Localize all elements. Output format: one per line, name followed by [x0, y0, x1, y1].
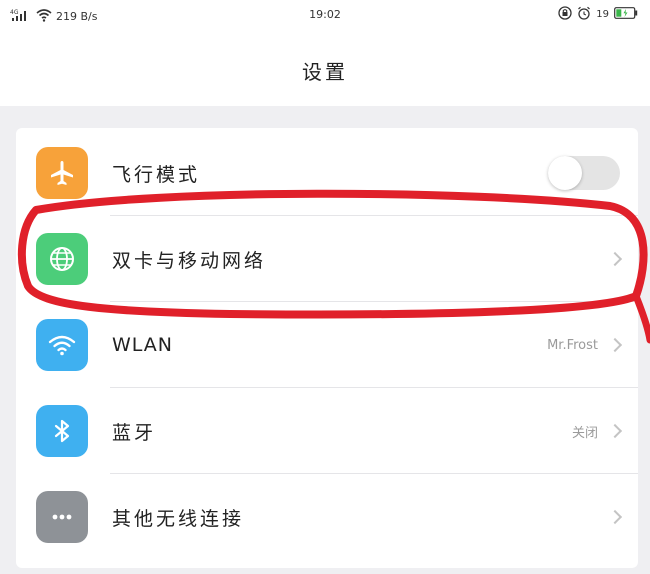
chevron-right-icon [607, 251, 623, 267]
battery-percent: 19 [596, 9, 609, 20]
status-bar: 4G 219 B/s 19:02 19 [0, 0, 650, 34]
battery-icon [614, 7, 638, 22]
settings-item-bluetooth[interactable]: 蓝牙 关闭 [16, 388, 638, 474]
settings-item-other-wireless[interactable]: 其他无线连接 [16, 474, 638, 560]
settings-item-label: 蓝牙 [112, 421, 157, 444]
settings-list: 飞行模式 双卡与移动网络 WLAN Mr.Frost 蓝牙 关闭 其他无线连接 [16, 128, 638, 568]
nav-bar: 设置 [0, 34, 650, 106]
settings-item-label: 双卡与移动网络 [112, 249, 267, 272]
status-right: 19 [558, 6, 638, 23]
wifi-icon [36, 319, 88, 371]
status-time: 19:02 [309, 8, 341, 21]
settings-item-airplane-mode[interactable]: 飞行模式 [16, 130, 638, 216]
chevron-right-icon [607, 423, 623, 439]
more-icon [36, 491, 88, 543]
toggle-knob [548, 156, 582, 190]
chevron-right-icon [607, 509, 623, 525]
page-title: 设置 [302, 59, 348, 84]
wlan-network-name: Mr.Frost [547, 337, 598, 353]
globe-icon [36, 233, 88, 285]
alarm-icon [577, 6, 591, 23]
settings-item-label: 其他无线连接 [112, 507, 245, 530]
airplane-mode-toggle[interactable] [548, 156, 620, 190]
bluetooth-icon [36, 405, 88, 457]
settings-item-label: WLAN [112, 334, 174, 356]
lock-rotation-icon [558, 6, 572, 23]
airplane-icon [36, 147, 88, 199]
settings-item-wlan[interactable]: WLAN Mr.Frost [16, 302, 638, 388]
chevron-right-icon [607, 337, 623, 353]
bluetooth-status: 关闭 [571, 425, 598, 441]
settings-item-dual-sim-mobile-network[interactable]: 双卡与移动网络 [16, 216, 638, 302]
settings-item-label: 飞行模式 [112, 163, 201, 186]
